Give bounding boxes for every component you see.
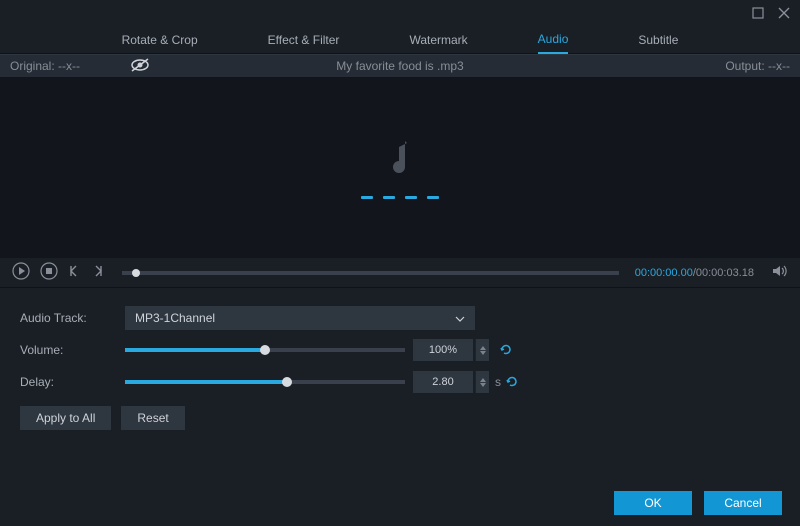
volume-slider[interactable] (125, 348, 405, 352)
maximize-icon[interactable] (752, 7, 764, 19)
playback-controls: 00:00:00.00/00:00:03.18 (0, 258, 800, 288)
volume-value[interactable]: 100% (413, 339, 473, 361)
timecode-label: 00:00:00.00/00:00:03.18 (635, 267, 754, 279)
prev-frame-icon[interactable] (68, 264, 82, 281)
audio-track-label: Audio Track: (20, 311, 125, 325)
delay-stepper[interactable] (475, 371, 489, 393)
tab-rotate-crop[interactable]: Rotate & Crop (122, 33, 198, 47)
volume-label: Volume: (20, 343, 125, 357)
chevron-down-icon (455, 311, 465, 325)
timeline-slider[interactable] (122, 271, 619, 275)
tab-subtitle[interactable]: Subtitle (638, 33, 678, 47)
total-time: /00:00:03.18 (693, 267, 754, 279)
stop-icon[interactable] (40, 262, 58, 283)
delay-value[interactable]: 2.80 (413, 371, 473, 393)
volume-icon[interactable] (772, 264, 788, 281)
delay-unit-label: s (495, 375, 501, 389)
editor-tabs: Rotate & Crop Effect & Filter Watermark … (0, 26, 800, 54)
audio-track-select[interactable]: MP3-1Channel (125, 306, 475, 330)
dialog-footer: OK Cancel (0, 480, 800, 526)
volume-stepper[interactable] (475, 339, 489, 361)
tab-effect-filter[interactable]: Effect & Filter (268, 33, 340, 47)
info-bar: Original: --x-- My favorite food is .mp3… (0, 54, 800, 78)
equalizer-icon (361, 196, 439, 199)
delay-label: Delay: (20, 375, 125, 389)
delay-slider[interactable] (125, 380, 405, 384)
current-time: 00:00:00.00 (635, 267, 693, 279)
close-icon[interactable] (778, 7, 790, 19)
tab-watermark[interactable]: Watermark (409, 33, 467, 47)
cancel-button[interactable]: Cancel (704, 491, 782, 515)
ok-button[interactable]: OK (614, 491, 692, 515)
music-note-icon (385, 137, 415, 182)
next-frame-icon[interactable] (92, 264, 106, 281)
preview-area (0, 78, 800, 258)
apply-to-all-button[interactable]: Apply to All (20, 406, 111, 430)
audio-settings-panel: Audio Track: MP3-1Channel Volume: 100% D… (0, 288, 800, 444)
play-icon[interactable] (12, 262, 30, 283)
reset-button[interactable]: Reset (121, 406, 184, 430)
volume-reset-icon[interactable] (499, 343, 513, 357)
delay-reset-icon[interactable] (505, 375, 519, 389)
tab-audio[interactable]: Audio (538, 32, 569, 54)
file-name-label: My favorite food is .mp3 (0, 59, 800, 73)
audio-track-value: MP3-1Channel (135, 311, 215, 325)
